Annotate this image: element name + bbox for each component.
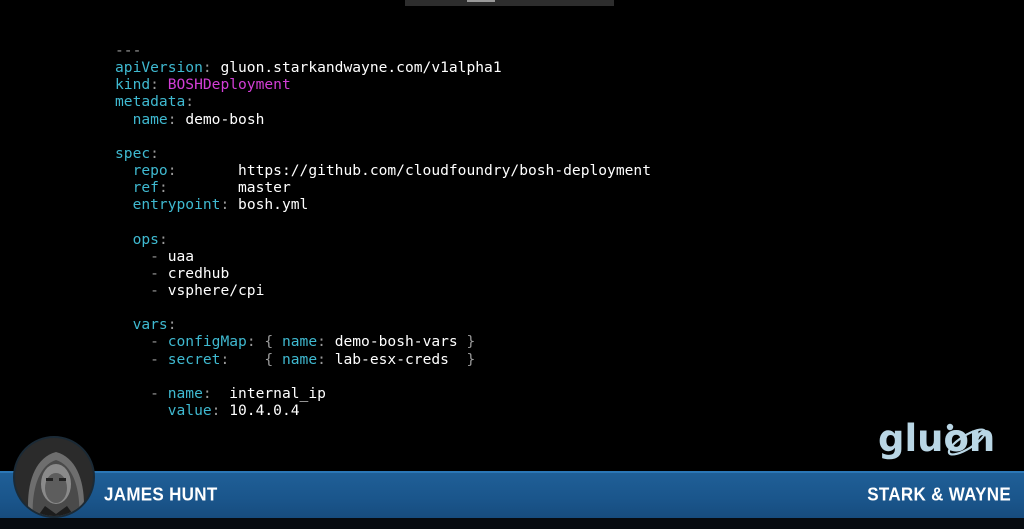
bottom-strip: [0, 518, 1024, 529]
ops-key: ops: [132, 230, 159, 248]
var-name-key: name: [167, 384, 203, 402]
code-line: ref: master: [132, 179, 291, 197]
secret-name-value: lab-esx-creds: [334, 350, 449, 368]
yaml-code-block: --- apiVersion: gluon.starkandwayne.com/v…: [115, 42, 651, 419]
spec-key: spec: [115, 144, 151, 162]
code-line: repo: https://github.com/cloudfoundry/bo…: [132, 161, 651, 179]
company-label: STARK & WAYNE: [867, 484, 1011, 505]
code-line: apiVersion: gluon.starkandwayne.com/v1al…: [115, 59, 502, 77]
gluon-logo-icon: gluon: [878, 416, 1012, 468]
repo-key: repo: [132, 161, 168, 179]
metadata-name-key: name: [132, 110, 168, 128]
configmap-key: configMap: [167, 333, 247, 351]
video-frame: --- apiVersion: gluon.starkandwayne.com/v…: [0, 0, 1024, 529]
code-line: spec:: [115, 144, 159, 162]
list-item: - vsphere/cpi: [150, 281, 265, 299]
ops-item: uaa: [167, 247, 195, 265]
kind-value: BOSHDeployment: [167, 76, 291, 94]
top-tab-indicator: [405, 0, 614, 6]
list-item: - credhub: [150, 264, 230, 282]
entrypoint-value: bosh.yml: [238, 196, 309, 214]
presenter-avatar: [13, 436, 95, 518]
ops-item: credhub: [167, 264, 230, 282]
code-line: ops:: [132, 230, 168, 248]
kind-key: kind: [115, 76, 151, 94]
list-item: - uaa: [150, 247, 195, 265]
metadata-key: metadata: [115, 93, 186, 111]
repo-value: https://github.com/cloudfoundry/bosh-dep…: [238, 161, 651, 179]
configmap-name-value: demo-bosh-vars: [334, 333, 458, 351]
logo-orbit-icon: [946, 423, 987, 456]
ref-value: master: [238, 179, 291, 197]
apiversion-value: gluon.starkandwayne.com/v1alpha1: [220, 59, 502, 77]
entrypoint-key: entrypoint: [132, 196, 221, 214]
code-line: metadata:: [115, 93, 195, 111]
list-item: - configMap: { name: demo-bosh-vars }: [150, 333, 476, 351]
doc-marker: ---: [115, 42, 142, 59]
code-line: name: demo-bosh: [132, 110, 265, 128]
list-item: - name: internal_ip: [150, 384, 326, 402]
code-line: kind: BOSHDeployment: [115, 76, 291, 94]
code-line: entrypoint: bosh.yml: [132, 196, 309, 214]
vars-key: vars: [132, 316, 168, 334]
var-value-key: value: [167, 401, 212, 419]
list-item: - secret: { name: lab-esx-creds }: [150, 350, 476, 368]
code-line: ---: [115, 42, 651, 59]
var-name-value: internal_ip: [229, 384, 326, 402]
metadata-name-value: demo-bosh: [185, 110, 265, 128]
code-line: value: 10.4.0.4: [167, 401, 300, 419]
presenter-name: JAMES HUNT: [104, 484, 218, 505]
ops-item: vsphere/cpi: [167, 281, 265, 299]
code-line: vars:: [132, 316, 177, 334]
var-value-value: 10.4.0.4: [229, 401, 300, 419]
secret-key: secret: [167, 350, 221, 368]
secret-name-key: name: [281, 350, 318, 368]
configmap-name-key: name: [281, 333, 318, 351]
ref-key: ref: [132, 179, 159, 197]
apiversion-key: apiVersion: [115, 59, 203, 77]
